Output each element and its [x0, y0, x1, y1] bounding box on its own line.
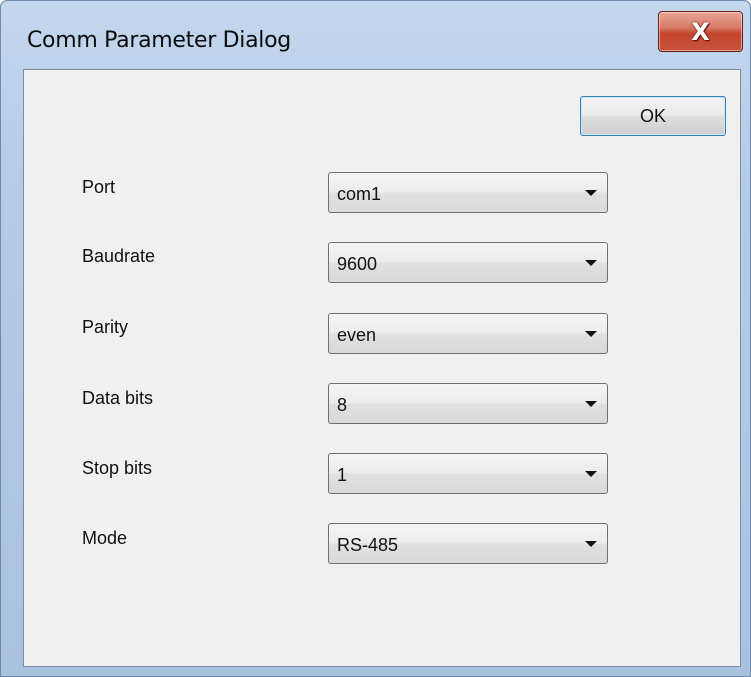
window-title: Comm Parameter Dialog [27, 28, 291, 53]
data-bits-label: Data bits [82, 388, 154, 408]
baudrate-select[interactable]: 9600 [328, 242, 608, 283]
chevron-down-icon [585, 401, 597, 407]
dialog-client-area: OK Port com1 Baudrate 9600 Parity even D… [23, 69, 741, 667]
parity-value: even [337, 325, 377, 345]
chevron-down-icon [585, 541, 597, 547]
mode-label: Mode [82, 528, 128, 548]
close-icon: X [691, 17, 710, 46]
close-button[interactable]: X [658, 11, 743, 52]
chevron-down-icon [585, 471, 597, 477]
stop-bits-value: 1 [337, 465, 348, 485]
title-bar[interactable]: Comm Parameter Dialog X [1, 1, 750, 69]
port-label: Port [82, 177, 116, 197]
data-bits-select[interactable]: 8 [328, 383, 608, 424]
port-value: com1 [337, 184, 382, 204]
mode-select[interactable]: RS-485 [328, 523, 608, 564]
chevron-down-icon [585, 331, 597, 337]
data-bits-value: 8 [337, 395, 348, 415]
ok-button[interactable]: OK [580, 96, 726, 136]
dialog-window: Comm Parameter Dialog X OK Port com1 Bau… [0, 0, 751, 677]
stop-bits-select[interactable]: 1 [328, 453, 608, 494]
parity-label: Parity [82, 317, 129, 337]
port-select[interactable]: com1 [328, 172, 608, 213]
chevron-down-icon [585, 190, 597, 196]
baudrate-value: 9600 [337, 254, 378, 274]
mode-value: RS-485 [337, 535, 399, 555]
chevron-down-icon [585, 260, 597, 266]
parity-select[interactable]: even [328, 313, 608, 354]
stop-bits-label: Stop bits [82, 458, 153, 478]
baudrate-label: Baudrate [82, 246, 156, 266]
